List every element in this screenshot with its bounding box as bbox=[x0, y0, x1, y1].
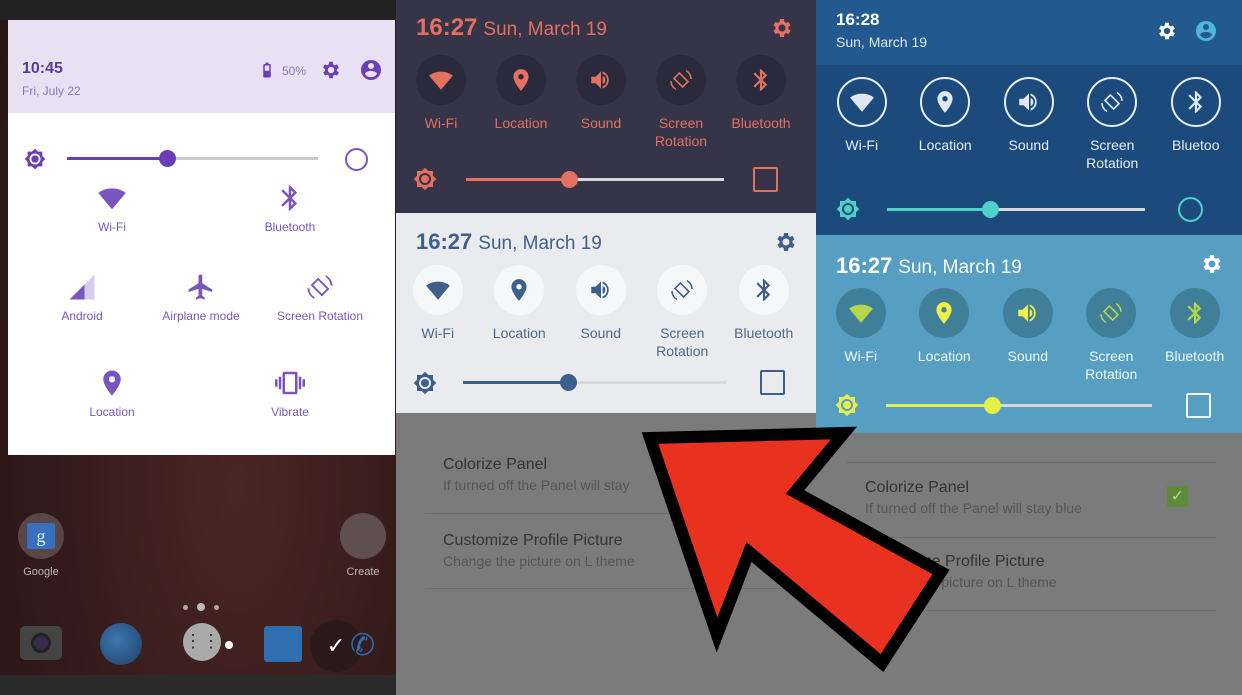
red-arrow-annotation bbox=[641, 426, 950, 672]
arrow-shape bbox=[641, 426, 950, 672]
